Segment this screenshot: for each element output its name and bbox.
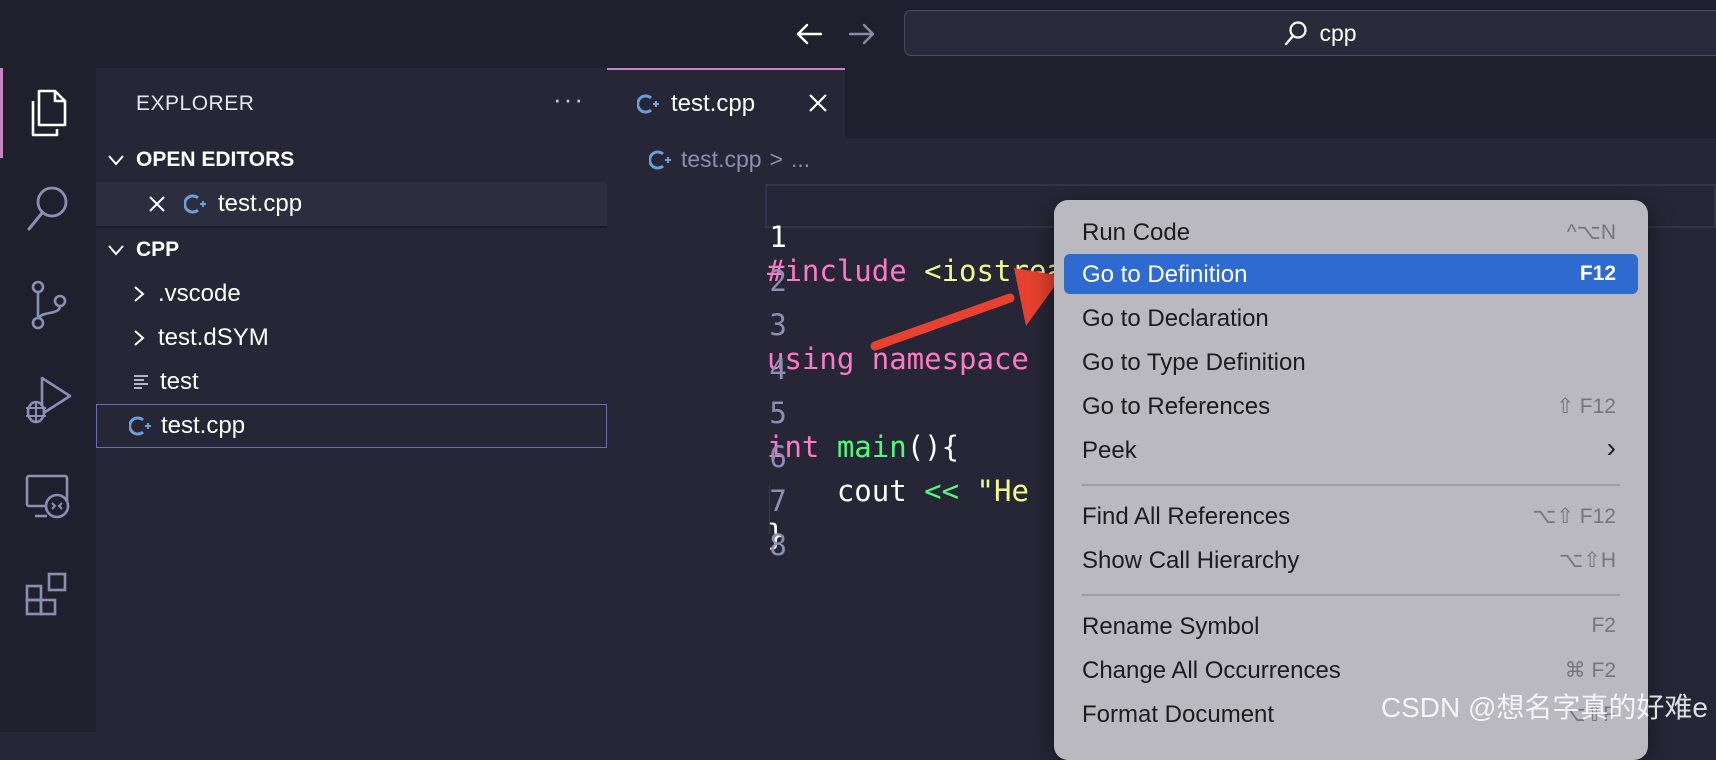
- activity-extensions[interactable]: [0, 548, 96, 638]
- tree-item-label: test.dSYM: [158, 324, 269, 351]
- menu-item-label: Change All Occurrences: [1082, 657, 1341, 684]
- tree-item-test-cpp[interactable]: test.cpp: [96, 404, 607, 448]
- menu-separator: [1082, 484, 1620, 486]
- menu-item-go-to-type-definition[interactable]: Go to Type Definition: [1064, 342, 1638, 382]
- title-bar: cpp: [0, 0, 1716, 68]
- menu-item-label: Find All References: [1082, 503, 1291, 530]
- chevron-right-icon: [134, 286, 145, 302]
- breadcrumb: test.cpp > ...: [649, 146, 810, 173]
- search-icon: [27, 186, 68, 231]
- tree-item-vscode[interactable]: .vscode: [96, 272, 607, 316]
- menu-item-change-all-occurrences[interactable]: Change All Occurrences ⌘ F2: [1064, 650, 1638, 690]
- menu-item-label: Go to Declaration: [1082, 305, 1269, 332]
- menu-item-find-all-references[interactable]: Find All References ⌥⇧ F12: [1064, 496, 1638, 536]
- cpp-file-icon: [129, 416, 151, 436]
- cpp-file-icon: [637, 94, 659, 114]
- cpp-file-icon: [184, 194, 206, 214]
- forward-button[interactable]: [845, 17, 879, 51]
- tree-item-label: test: [160, 368, 199, 395]
- search-icon: [1285, 21, 1308, 46]
- menu-item-label: Go to Type Definition: [1082, 349, 1306, 376]
- tab-label: test.cpp: [671, 90, 756, 117]
- sidebar-title: EXPLORER: [136, 92, 255, 115]
- chevron-right-icon: ›: [1606, 432, 1616, 463]
- activity-remote-explorer[interactable]: [0, 452, 96, 542]
- menu-item-label: Run Code: [1082, 219, 1191, 246]
- menu-item-label: Rename Symbol: [1082, 613, 1260, 640]
- open-editors-header[interactable]: OPEN EDITORS: [96, 138, 607, 182]
- menu-item-shortcut: ⌥⇧H: [1559, 549, 1616, 572]
- tab-test-cpp[interactable]: test.cpp: [607, 68, 845, 138]
- menu-item-peek[interactable]: Peek ›: [1064, 430, 1638, 470]
- cpp-file-icon: [649, 150, 671, 169]
- menu-item-shortcut: F12: [1579, 262, 1616, 285]
- open-editor-label: test.cpp: [218, 190, 303, 217]
- menu-item-label: Peek: [1082, 437, 1137, 464]
- breadcrumb-file[interactable]: test.cpp: [681, 146, 762, 173]
- context-menu: Run Code ^⌥N Go to Definition F12 Go to …: [1054, 200, 1648, 760]
- search-text: cpp: [1319, 19, 1357, 46]
- menu-item-shortcut: ⌘ F2: [1564, 659, 1616, 682]
- chevron-down-icon: [108, 155, 124, 166]
- tab-strip: test.cpp: [607, 68, 1716, 138]
- breadcrumb-separator: >: [769, 146, 783, 172]
- menu-item-shortcut: F2: [1591, 614, 1616, 637]
- activity-source-control[interactable]: [0, 260, 96, 350]
- menu-item-show-call-hierarchy[interactable]: Show Call Hierarchy ⌥⇧H: [1064, 540, 1638, 580]
- tree-item-label: test.cpp: [161, 412, 246, 439]
- open-editors-label: OPEN EDITORS: [136, 148, 295, 171]
- menu-item-label: Format Document: [1082, 701, 1275, 728]
- menu-item-run-code[interactable]: Run Code ^⌥N: [1064, 212, 1638, 252]
- activity-run-debug[interactable]: [0, 356, 96, 446]
- menu-separator: [1082, 594, 1620, 596]
- tree-item-label: .vscode: [158, 280, 241, 307]
- menu-item-rename-symbol[interactable]: Rename Symbol F2: [1064, 606, 1638, 646]
- run-debug-icon: [26, 376, 72, 424]
- more-actions-button[interactable]: ···: [553, 84, 585, 115]
- source-control-icon: [31, 280, 67, 330]
- command-center-search[interactable]: cpp: [904, 10, 1716, 56]
- menu-item-shortcut: ^⌥N: [1566, 221, 1616, 244]
- menu-item-label: Go to References: [1082, 393, 1271, 420]
- menu-item-label: Show Call Hierarchy: [1082, 547, 1300, 574]
- breadcrumb-symbols[interactable]: ...: [791, 146, 810, 173]
- menu-item-shortcut: ⇧ F12: [1556, 395, 1616, 418]
- close-icon[interactable]: [148, 195, 166, 213]
- activity-search[interactable]: [0, 164, 96, 254]
- menu-item-label: Go to Definition: [1082, 261, 1248, 288]
- menu-item-go-to-declaration[interactable]: Go to Declaration: [1064, 298, 1638, 338]
- chevron-right-icon: [134, 330, 145, 346]
- folder-header-cpp[interactable]: CPP: [96, 228, 607, 272]
- extensions-icon: [25, 572, 67, 616]
- activity-explorer[interactable]: [0, 68, 96, 158]
- folder-label: CPP: [136, 238, 180, 261]
- text-file-icon: [134, 375, 148, 389]
- tree-item-test[interactable]: test: [96, 360, 607, 404]
- menu-item-go-to-definition[interactable]: Go to Definition F12: [1064, 254, 1638, 294]
- line-number: 8: [769, 528, 787, 562]
- menu-item-go-to-references[interactable]: Go to References ⇧ F12: [1064, 386, 1638, 426]
- arrow-right-icon: [848, 23, 875, 45]
- tree-item-test-dsym[interactable]: test.dSYM: [96, 316, 607, 360]
- close-icon[interactable]: [807, 92, 829, 114]
- chevron-down-icon: [108, 245, 124, 256]
- open-editor-item[interactable]: test.cpp: [96, 182, 607, 226]
- explorer-sidebar: EXPLORER ··· OPEN EDITORS test.cpp CPP .…: [96, 68, 607, 732]
- explorer-icon: [31, 89, 67, 137]
- activity-bar: [0, 68, 96, 732]
- menu-item-shortcut: ⌥⇧ F12: [1532, 505, 1616, 528]
- arrow-left-icon: [796, 23, 823, 45]
- remote-explorer-icon: [25, 474, 70, 519]
- watermark: CSDN @想名字真的好难e: [1380, 692, 1708, 723]
- back-button[interactable]: [792, 17, 826, 51]
